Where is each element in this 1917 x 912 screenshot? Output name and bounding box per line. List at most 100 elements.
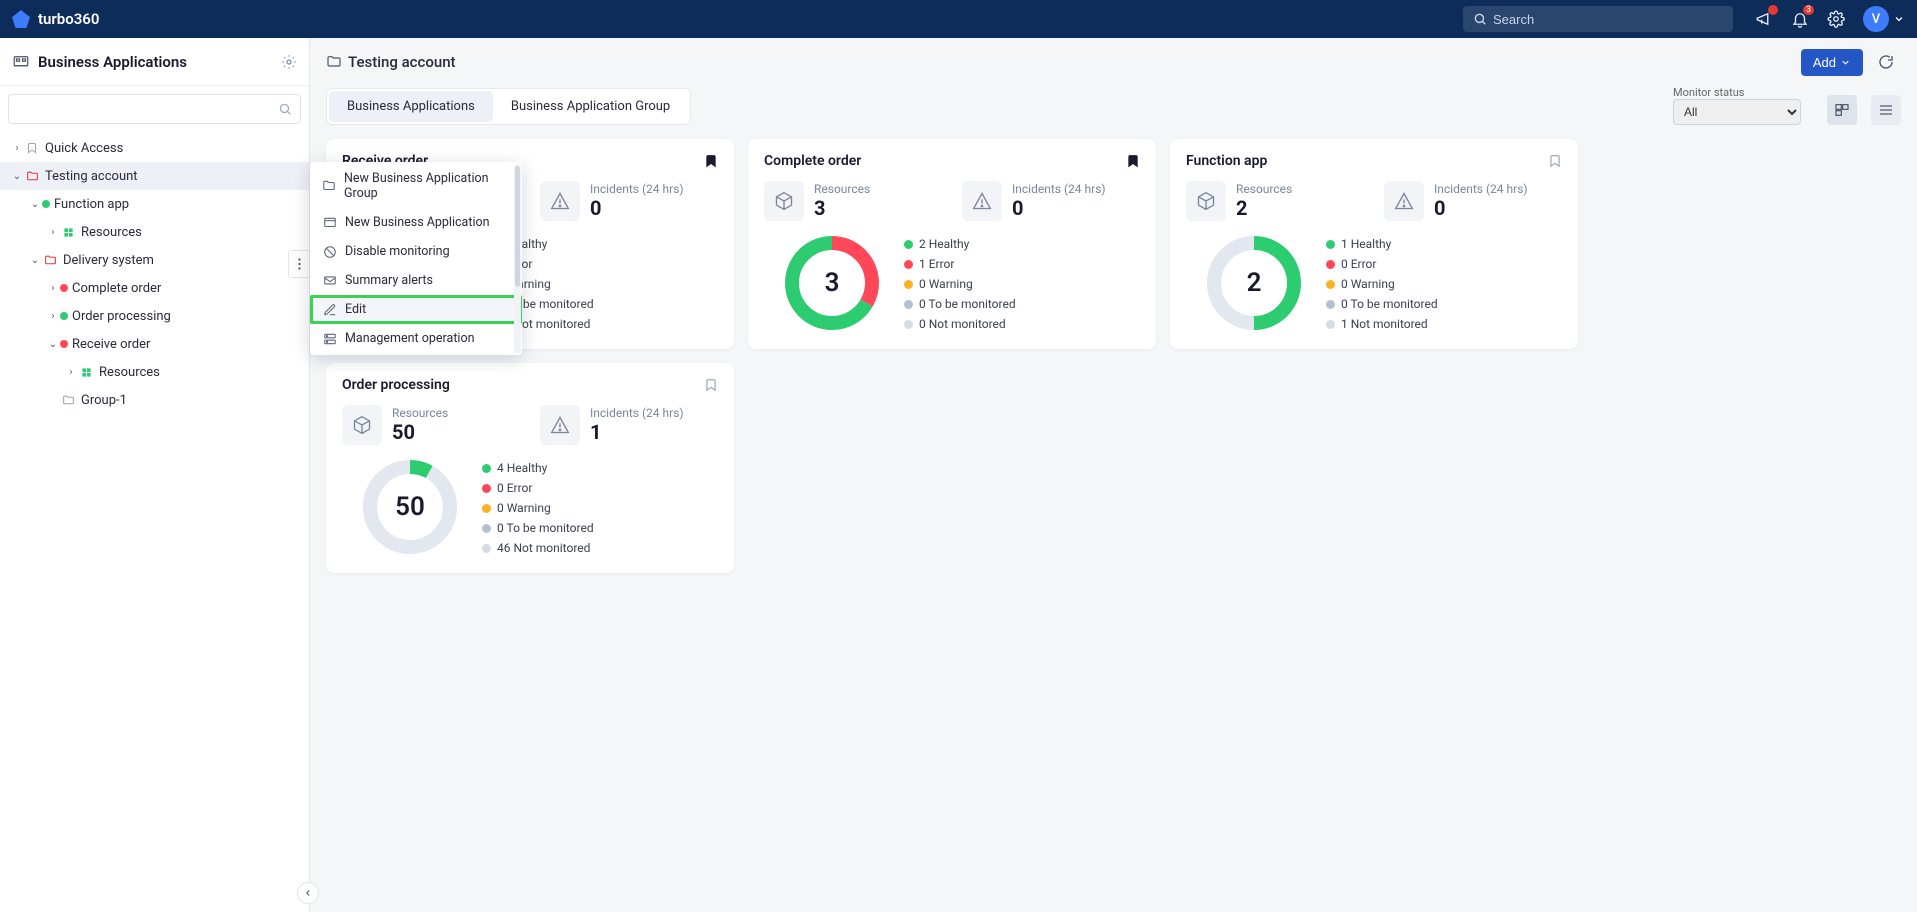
incidents-label: Incidents (24 hrs) [1012, 182, 1106, 196]
brand-text: turbo360 [38, 10, 99, 28]
app-card[interactable]: Complete order Resources 3 Inci [748, 139, 1156, 349]
incidents-value: 0 [1434, 196, 1528, 220]
caret-down-icon: ⌄ [10, 171, 24, 182]
notifications-icon[interactable]: 3 [1791, 10, 1809, 28]
resources-label: Resources [1236, 182, 1292, 196]
tree-function-app[interactable]: ⌄ Function app [0, 190, 309, 218]
incidents-value: 1 [590, 420, 684, 444]
main: Testing account Add Business Application… [310, 38, 1917, 912]
chevron-down-icon [1840, 57, 1851, 68]
sidebar-settings-icon[interactable] [281, 54, 297, 70]
user-menu[interactable]: V [1863, 6, 1905, 32]
resources-stat: Resources 50 [342, 405, 520, 445]
status-warning: 0 Warning [482, 501, 718, 515]
sidebar-search-input[interactable] [17, 102, 278, 117]
tree-quick-access[interactable]: › Quick Access [0, 134, 309, 162]
status-dot-healthy-icon [42, 200, 50, 208]
disable-icon [322, 244, 337, 259]
resources-value: 2 [1236, 196, 1292, 220]
cm-new-group[interactable]: New Business Application Group [310, 164, 522, 208]
scrollbar-thumb[interactable] [515, 166, 520, 287]
app-card[interactable]: Order processing Resources 50 I [326, 363, 734, 573]
card-view-button[interactable] [1827, 95, 1857, 125]
cm-summary-alerts[interactable]: Summary alerts [310, 266, 522, 295]
folder-icon [322, 179, 336, 194]
tree-complete-order[interactable]: › Complete order [0, 274, 309, 302]
list-view-button[interactable] [1871, 95, 1901, 125]
tab-business-apps[interactable]: Business Applications [329, 91, 493, 122]
cm-disable-monitoring[interactable]: Disable monitoring [310, 237, 522, 266]
tree-delivery-system[interactable]: ⌄ Delivery system [0, 246, 309, 274]
tree-group1[interactable]: Group-1 [0, 386, 309, 414]
monitor-status-label: Monitor status [1673, 86, 1801, 99]
bookmark-toggle[interactable] [1548, 154, 1562, 168]
bookmark-toggle[interactable] [1126, 154, 1140, 168]
tree-receive-order-resources[interactable]: › Resources [0, 358, 309, 386]
warning-icon [540, 181, 580, 221]
dot-orange-icon [1326, 280, 1335, 289]
incidents-label: Incidents (24 hrs) [1434, 182, 1528, 196]
refresh-button[interactable] [1871, 47, 1901, 77]
server-icon [322, 331, 337, 346]
tree-order-processing[interactable]: › Order processing [0, 302, 309, 330]
bookmark-toggle[interactable] [704, 378, 718, 392]
caret-down-icon: ⌄ [28, 199, 42, 210]
card-stats: Resources 50 Incidents (24 hrs) 1 [342, 405, 718, 445]
app-card[interactable]: Function app Resources 2 Incide [1170, 139, 1578, 349]
alert-icon [322, 273, 337, 288]
cm-edit[interactable]: Edit [310, 295, 522, 324]
status-healthy: 2 Healthy [904, 237, 1140, 251]
notification-count-badge: 3 [1803, 5, 1814, 15]
add-button-label: Add [1813, 55, 1836, 70]
cm-management-operation[interactable]: Management operation [310, 324, 522, 353]
donut-center-value: 50 [362, 459, 458, 555]
controls-row: Business Applications Business Applicati… [326, 86, 1901, 125]
card-body: 50 4 Healthy 0 Error 0 Warning 0 To be m… [342, 459, 718, 555]
monitor-status-select[interactable]: All [1673, 99, 1801, 125]
cards-grid: Receive order Resources 14 Inci [326, 139, 1901, 573]
folder-icon [42, 252, 58, 268]
card-header: Order processing [342, 377, 718, 393]
tree-function-app-resources[interactable]: › Resources [0, 218, 309, 246]
monitor-status-filter: Monitor status All [1673, 86, 1801, 125]
global-search[interactable] [1463, 6, 1733, 32]
brand-logo-icon [12, 10, 30, 28]
resources-grid-icon [78, 364, 94, 380]
tree-testing-account[interactable]: ⌄ Testing account [0, 162, 309, 190]
dot-lgray-icon [482, 544, 491, 553]
sidebar-search[interactable] [8, 94, 301, 124]
add-button[interactable]: Add [1801, 49, 1863, 76]
bookmark-icon [1548, 154, 1562, 168]
top-nav: turbo360 3 V [0, 0, 1917, 38]
search-input[interactable] [1493, 12, 1723, 27]
cube-icon [1186, 181, 1226, 221]
resources-value: 50 [392, 420, 448, 444]
dot-green-icon [1326, 240, 1335, 249]
dot-lgray-icon [904, 320, 913, 329]
tree-receive-order[interactable]: ⌄ Receive order [0, 330, 309, 358]
status-warning: 0 Warning [1326, 277, 1562, 291]
business-apps-icon [12, 53, 30, 71]
dot-red-icon [482, 484, 491, 493]
card-body: 3 2 Healthy 1 Error 0 Warning 0 To be mo… [764, 235, 1140, 331]
bookmark-toggle[interactable] [704, 154, 718, 168]
folder-icon [326, 54, 342, 70]
incidents-stat: Incidents (24 hrs) 1 [540, 405, 718, 445]
donut-chart: 3 [784, 235, 880, 331]
status-dot-error-icon [60, 340, 68, 348]
warning-icon [540, 405, 580, 445]
avatar: V [1863, 6, 1889, 32]
incidents-value: 0 [590, 196, 684, 220]
brand[interactable]: turbo360 [12, 10, 99, 28]
cube-icon [764, 181, 804, 221]
cm-new-app[interactable]: New Business Application [310, 208, 522, 237]
tree-row-more-button[interactable] [288, 250, 309, 278]
dot-lgray-icon [1326, 320, 1335, 329]
announcement-icon[interactable] [1755, 10, 1773, 28]
sidebar-collapse-button[interactable] [297, 882, 319, 904]
context-menu-scrollbar[interactable] [514, 164, 521, 353]
sidebar-title: Business Applications [38, 53, 281, 71]
settings-icon[interactable] [1827, 10, 1845, 28]
tab-business-group[interactable]: Business Application Group [493, 91, 688, 122]
breadcrumb-label: Testing account [348, 53, 456, 71]
